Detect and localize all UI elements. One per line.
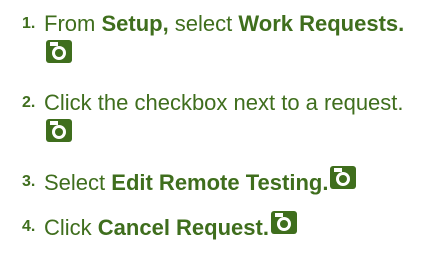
step-text-part: From xyxy=(44,11,102,36)
camera-icon[interactable] xyxy=(46,40,72,63)
step-text: Click Cancel Request. xyxy=(44,215,269,240)
step-text-bold: Edit Remote Testing. xyxy=(111,170,329,195)
step-text-bold: Cancel Request. xyxy=(97,215,269,240)
step-text-part: Select xyxy=(44,170,112,195)
step-number: 1. xyxy=(22,15,36,32)
step-text-bold: Setup, xyxy=(101,11,169,36)
step-3: 3. Select Edit Remote Testing. xyxy=(0,166,424,199)
step-text-bold: Work Requests. xyxy=(238,11,405,36)
step-text-part: select xyxy=(168,11,239,36)
step-text: Click the checkbox next to a request. xyxy=(44,90,404,115)
step-number: 3. xyxy=(22,173,36,190)
step-1: 1. From Setup, select Work Requests. xyxy=(0,8,424,73)
step-4: 4. Click Cancel Request. xyxy=(0,211,424,244)
step-number: 2. xyxy=(22,94,36,111)
camera-icon[interactable] xyxy=(46,119,72,142)
step-text: From Setup, select Work Requests. xyxy=(44,11,404,36)
step-number: 4. xyxy=(22,218,36,235)
step-text-part: Click the checkbox next to a request. xyxy=(44,90,404,115)
camera-icon[interactable] xyxy=(270,211,297,234)
step-text-part: Click xyxy=(44,215,98,240)
step-2: 2. Click the checkbox next to a request. xyxy=(0,87,424,152)
camera-icon[interactable] xyxy=(330,166,357,189)
instruction-steps: 1. From Setup, select Work Requests. 2. … xyxy=(0,8,440,244)
step-text: Select Edit Remote Testing. xyxy=(44,170,328,195)
